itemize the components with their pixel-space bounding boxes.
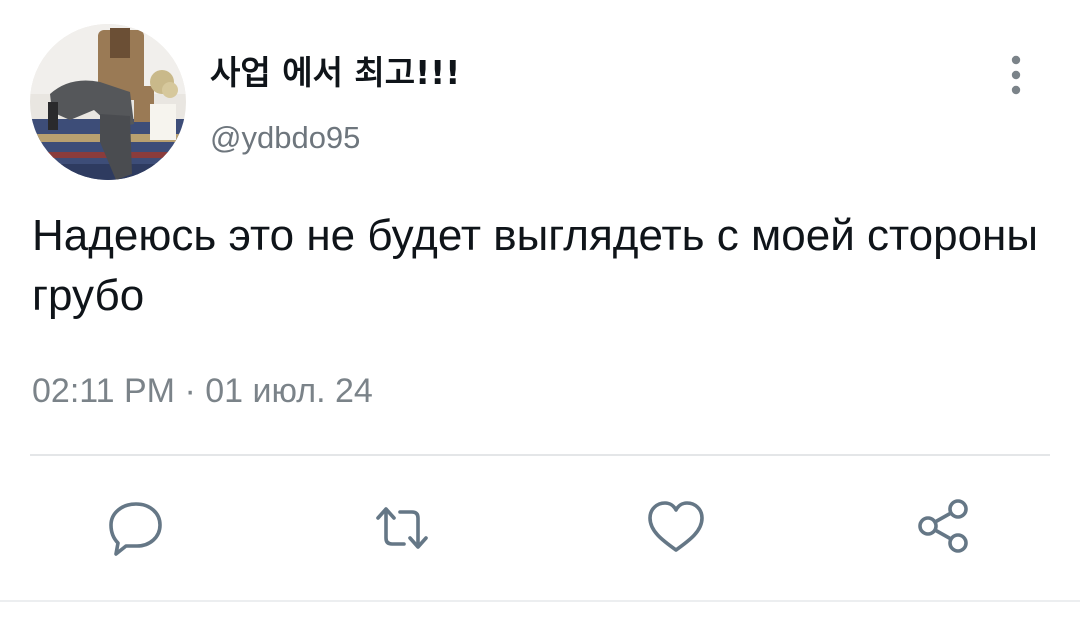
share-button[interactable] bbox=[912, 496, 976, 560]
share-icon bbox=[918, 499, 968, 553]
retweet-button[interactable] bbox=[370, 496, 434, 560]
like-button[interactable] bbox=[644, 496, 708, 560]
tweet-text: Надеюсь это не будет выглядеть с моей ст… bbox=[32, 211, 1038, 320]
retweet-icon bbox=[376, 507, 428, 549]
heart-icon bbox=[648, 501, 704, 552]
more-vertical-icon bbox=[1011, 55, 1021, 95]
divider bbox=[30, 454, 1050, 456]
reply-button[interactable] bbox=[104, 496, 168, 560]
more-options-button[interactable] bbox=[996, 50, 1036, 100]
avatar[interactable] bbox=[30, 24, 186, 180]
tweet-card: 사업 에서 최고!!! @ydbdo95 Надеюсь это не буде… bbox=[0, 0, 1080, 618]
display-name[interactable]: 사업 에서 최고!!! bbox=[210, 46, 460, 94]
bottom-divider bbox=[0, 600, 1080, 602]
tweet-timestamp[interactable]: 02:11 PM · 01 июл. 24 bbox=[32, 372, 373, 411]
reply-icon bbox=[109, 502, 162, 556]
username-handle[interactable]: @ydbdo95 bbox=[210, 120, 360, 156]
